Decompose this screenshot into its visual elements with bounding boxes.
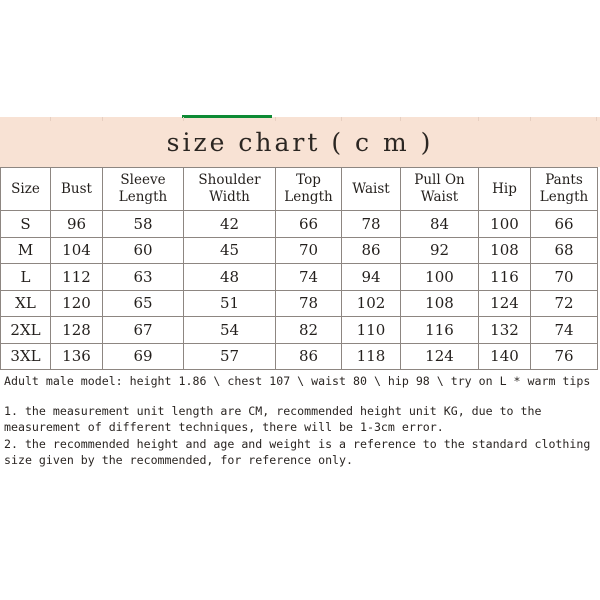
cell-top-length: 66 [275,210,342,238]
column-header-size: Size [0,167,51,211]
model-info-note: Adult male model: height 1.86 \ chest 10… [4,374,591,388]
cell-bust: 112 [50,263,103,291]
cell-top-length: 78 [275,289,342,317]
cell-size: 2XL [0,316,51,344]
cell-size: XL [0,289,51,317]
cell-waist: 118 [341,342,401,370]
column-header-hip: Hip [478,167,531,211]
column-header-waist: Waist [341,167,401,211]
cell-pants-length: 72 [530,289,598,317]
cell-shoulder-width: 51 [183,289,276,317]
cell-pull-on-waist: 92 [400,236,479,264]
cell-sleeve-length: 65 [102,289,184,317]
cell-shoulder-width: 45 [183,236,276,264]
column-header-pull-on-waist: Pull On Waist [400,167,479,211]
cell-bust: 136 [50,342,103,370]
note-item-1: 1. the measurement unit length are CM, r… [4,403,549,435]
note-item-2: 2. the recommended height and age and we… [4,436,598,468]
size-chart-table: Size Bust Sleeve Length Shoulder Width T… [0,167,598,370]
cell-sleeve-length: 69 [102,342,184,370]
cell-shoulder-width: 48 [183,263,276,291]
table-row: 2XL 128 67 54 82 110 116 132 74 [0,316,598,344]
size-chart-page: size chart ( c m ) Size Bust Sleeve Leng… [0,0,600,600]
cell-shoulder-width: 54 [183,316,276,344]
cell-pull-on-waist: 116 [400,316,479,344]
table-row: L 112 63 48 74 94 100 116 70 [0,263,598,291]
table-row: M 104 60 45 70 86 92 108 68 [0,236,598,264]
page-title: size chart ( c m ) [166,127,434,157]
table-row: XL 120 65 51 78 102 108 124 72 [0,289,598,317]
cell-pants-length: 70 [530,263,598,291]
cell-top-length: 86 [275,342,342,370]
cell-hip: 132 [478,316,531,344]
cell-waist: 110 [341,316,401,344]
title-band: size chart ( c m ) [0,115,600,167]
cell-waist: 94 [341,263,401,291]
cell-bust: 104 [50,236,103,264]
cell-pants-length: 74 [530,316,598,344]
cell-pants-length: 68 [530,236,598,264]
cell-shoulder-width: 42 [183,210,276,238]
top-whitespace [0,0,600,117]
cell-hip: 108 [478,236,531,264]
cell-pull-on-waist: 84 [400,210,479,238]
cell-waist: 78 [341,210,401,238]
cell-top-length: 70 [275,236,342,264]
cell-hip: 100 [478,210,531,238]
cell-waist: 86 [341,236,401,264]
cell-pull-on-waist: 100 [400,263,479,291]
cell-sleeve-length: 60 [102,236,184,264]
bottom-whitespace [0,468,600,574]
band-tick-marks [0,117,600,121]
cell-top-length: 82 [275,316,342,344]
table-row: 3XL 136 69 57 86 118 124 140 76 [0,342,598,370]
cell-bust: 120 [50,289,103,317]
table-row: S 96 58 42 66 78 84 100 66 [0,210,598,238]
cell-waist: 102 [341,289,401,317]
cell-shoulder-width: 57 [183,342,276,370]
cell-sleeve-length: 67 [102,316,184,344]
cell-hip: 124 [478,289,531,317]
column-header-top-length: Top Length [275,167,342,211]
column-header-shoulder-width: Shoulder Width [183,167,276,211]
cell-hip: 116 [478,263,531,291]
column-header-sleeve-length: Sleeve Length [102,167,184,211]
column-header-pants-length: Pants Length [530,167,598,211]
cell-size: M [0,236,51,264]
cell-sleeve-length: 58 [102,210,184,238]
green-accent-rule [182,115,272,118]
cell-pull-on-waist: 124 [400,342,479,370]
column-header-bust: Bust [50,167,103,211]
cell-size: 3XL [0,342,51,370]
cell-bust: 96 [50,210,103,238]
cell-top-length: 74 [275,263,342,291]
cell-size: L [0,263,51,291]
cell-bust: 128 [50,316,103,344]
cell-size: S [0,210,51,238]
table-header-row: Size Bust Sleeve Length Shoulder Width T… [0,167,598,211]
cell-hip: 140 [478,342,531,370]
cell-pants-length: 66 [530,210,598,238]
notes-section: Adult male model: height 1.86 \ chest 10… [0,370,600,469]
cell-pants-length: 76 [530,342,598,370]
cell-sleeve-length: 63 [102,263,184,291]
cell-pull-on-waist: 108 [400,289,479,317]
